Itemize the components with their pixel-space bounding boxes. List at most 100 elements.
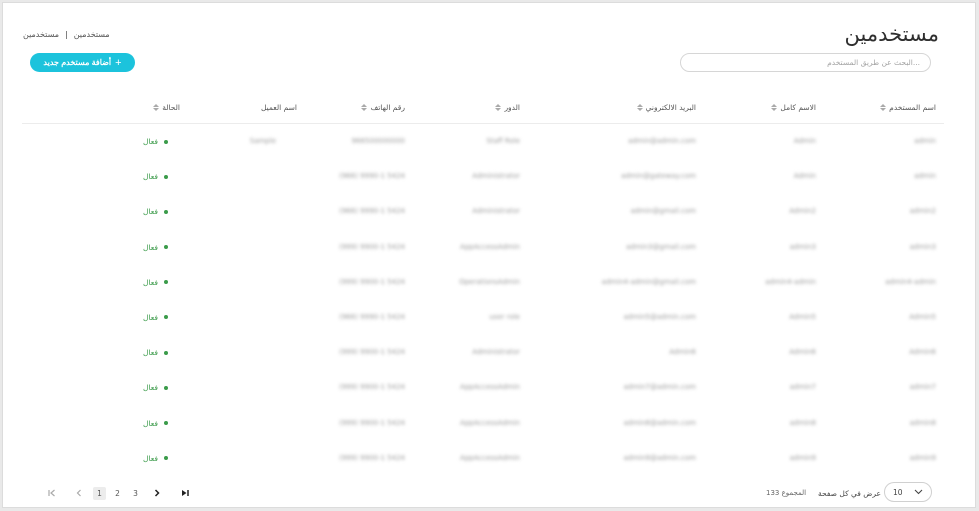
first-page-icon[interactable] [46, 487, 58, 499]
cell-email: admin8@admin.com [623, 418, 697, 427]
status-badge: فعال [143, 243, 168, 252]
page-number-2[interactable]: 2 [111, 487, 124, 500]
status-badge: فعال [143, 454, 168, 463]
cell-email: admin@gateway.com [620, 172, 696, 181]
cell-fullname: Admin [793, 137, 816, 145]
status-badge: فعال [143, 313, 168, 322]
cell-email: admin4-admin@gmail.com [601, 277, 696, 286]
table-row[interactable]: admin9 admin9 admin9@admin.com AppAccessAdm… [22, 441, 944, 476]
cell-phone: (999) 9900-1 5424 [339, 242, 405, 251]
cell-email: admin@gmail.com [630, 207, 696, 216]
status-badge: فعال [143, 383, 168, 392]
cell-fullname: Admin5 [789, 312, 816, 321]
column-header-client[interactable]: اسم العميل [261, 103, 297, 112]
status-dot-icon [164, 456, 168, 461]
cell-role: AppAccessAdmin [460, 383, 520, 392]
cell-phone: (999) 9900-1 5424 [339, 348, 405, 357]
table-row[interactable]: admin Admin admin@admin.com Staff Role 96650… [22, 124, 944, 159]
table-row[interactable]: admin2 Admin2 admin@gmail.com Administrator… [22, 194, 944, 229]
sort-icon[interactable] [153, 103, 160, 112]
cell-phone: (966) 9990-1 5424 [339, 172, 405, 181]
status-dot-icon [164, 280, 168, 285]
column-header-email[interactable]: البريد الالكتروني [636, 103, 696, 112]
search-input[interactable] [680, 53, 931, 72]
cell-fullname: Admin2 [789, 207, 816, 216]
status-text: فعال [143, 277, 158, 287]
cell-phone: 966500000000 [351, 137, 405, 145]
status-badge: فعال [143, 348, 168, 357]
status-dot-icon [164, 350, 168, 355]
cell-email: admin9@admin.com [623, 453, 697, 462]
status-dot-icon [164, 139, 168, 144]
status-badge: فعال [143, 419, 168, 428]
table-row[interactable]: admin7 admin7 admin7@admin.com AppAccessAdm… [22, 370, 944, 405]
breadcrumb: مستخدمين | مستخدمين [23, 30, 110, 39]
cell-phone: (999) 9900-1 5424 [339, 277, 405, 286]
cell-username: Admin5 [909, 312, 936, 321]
table-row[interactable]: admin4-admin admin4-admin admin4-admin@gma… [22, 265, 944, 300]
cell-client: Sample [249, 137, 276, 145]
total-count: المجموع 133 [766, 489, 807, 497]
sort-icon[interactable] [771, 103, 778, 112]
breadcrumb-item[interactable]: مستخدمين [74, 30, 110, 39]
cell-fullname: admin9 [789, 453, 816, 462]
page-number-3[interactable]: 3 [129, 487, 142, 500]
table-row[interactable]: admin8 admin8 admin8@admin.com AppAccessAdm… [22, 406, 944, 441]
column-header-phone[interactable]: رقم الهاتف [361, 103, 405, 112]
status-dot-icon [164, 385, 168, 390]
last-page-icon[interactable] [179, 487, 191, 499]
cell-role: AppAccessAdmin [460, 453, 520, 462]
status-badge: فعال [143, 137, 168, 146]
cell-role: Administrator [472, 348, 520, 357]
cell-email: admin5@admin.com [623, 312, 697, 321]
table-row[interactable]: admin Admin admin@gateway.com Administrator… [22, 159, 944, 194]
per-page-select[interactable]: 10 [884, 482, 932, 502]
status-text: فعال [143, 207, 158, 217]
next-page-icon[interactable] [151, 487, 163, 499]
per-page-label: عرض في كل صفحة [818, 489, 881, 498]
users-table: اسم المستخدم الاسم كامل البريد الالكترون… [22, 91, 944, 476]
table-row[interactable]: admin3 admin3 admin3@gmail.com AppAccessAdm… [22, 230, 944, 265]
cell-username: admin3 [909, 242, 936, 251]
cell-role: Administrator [472, 207, 520, 216]
cell-fullname: admin8 [789, 418, 816, 427]
page-title: مستخدمين [844, 22, 939, 46]
cell-username: admin7 [909, 383, 936, 392]
column-header-fullname[interactable]: الاسم كامل [771, 103, 816, 112]
column-header-role[interactable]: الدور [495, 103, 520, 112]
chevron-down-icon [914, 489, 923, 495]
status-text: فعال [143, 172, 158, 182]
status-badge: فعال [143, 207, 168, 216]
status-text: فعال [143, 383, 158, 393]
sort-icon[interactable] [361, 103, 368, 112]
sort-icon[interactable] [636, 103, 643, 112]
page-number-1[interactable]: 1 [93, 487, 106, 500]
cell-fullname: Admin [793, 172, 816, 181]
status-text: فعال [143, 418, 158, 428]
plus-icon: + [115, 56, 122, 69]
cell-email: admin@admin.com [627, 137, 696, 145]
column-header-username[interactable]: اسم المستخدم [880, 103, 936, 112]
table-row[interactable]: Admin6 Admin6 Admin6 Administrator (999) 990… [22, 335, 944, 370]
cell-phone: (966) 9990-1 5424 [339, 312, 405, 321]
sort-icon[interactable] [495, 103, 502, 112]
app-window: مستخدمين مستخدمين | مستخدمين + أضافة مست… [2, 2, 976, 508]
sort-icon[interactable] [880, 103, 887, 112]
cell-email: admin3@gmail.com [625, 242, 696, 251]
cell-username: Admin6 [909, 348, 936, 357]
cell-username: admin [914, 172, 936, 181]
prev-page-icon[interactable] [73, 487, 85, 499]
cell-fullname: admin7 [789, 383, 816, 392]
status-text: فعال [143, 137, 158, 146]
table-row[interactable]: Admin5 Admin5 admin5@admin.com user role (96… [22, 300, 944, 335]
table-body: admin Admin admin@admin.com Staff Role 96650… [22, 124, 944, 476]
cell-role: AppAccessAdmin [460, 242, 520, 251]
status-text: فعال [143, 242, 158, 252]
pagination-bar: 1 2 3 المجموع 133 عرض في كل صفحة 10 [22, 477, 944, 507]
cell-role: AppAccessAdmin [460, 418, 520, 427]
column-header-status[interactable]: الحالة [153, 103, 180, 112]
cell-username: admin [914, 137, 936, 145]
cell-username: admin9 [909, 453, 936, 462]
add-user-button[interactable]: + أضافة مستخدم جديد [30, 53, 135, 72]
cell-phone: (999) 9900-1 5424 [339, 383, 405, 392]
